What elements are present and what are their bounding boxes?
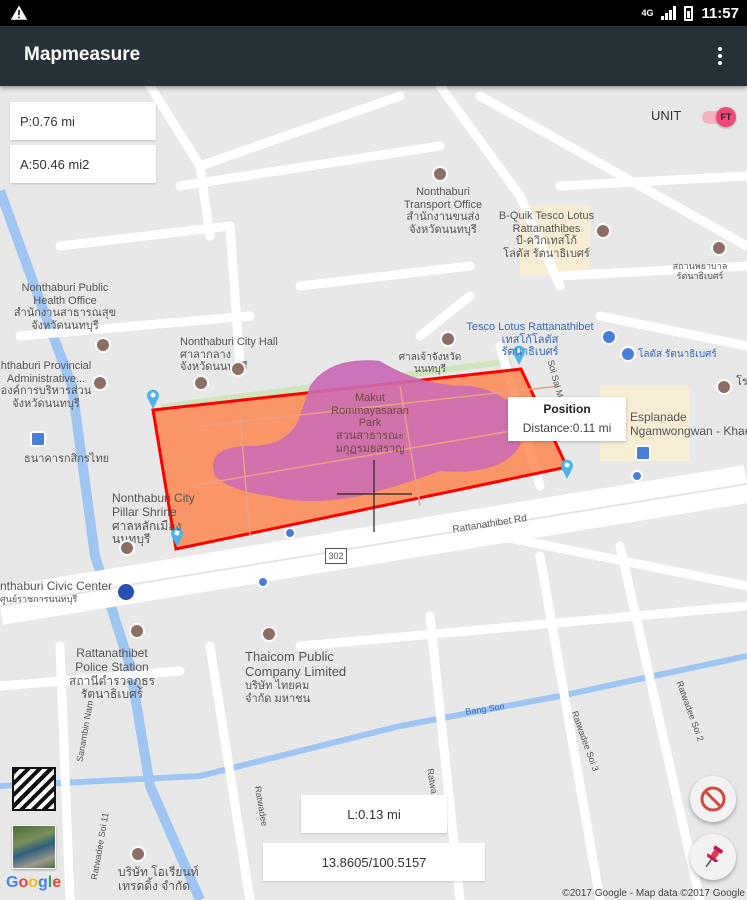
poi-tesco-lotus: Tesco Lotus Rattanathibet เทสโก้โลตัส รัตน… xyxy=(466,321,594,359)
clear-button[interactable] xyxy=(690,776,736,822)
bank-icon xyxy=(30,431,46,447)
poi-lotus-th: โลตัส รัตนาธิเบศร์ xyxy=(638,349,717,360)
network-type: 4G xyxy=(641,8,654,18)
poi-marker xyxy=(432,166,448,182)
poi-bquik: B-Quik Tesco Lotus Rattanathibes บี-ควิกเท… xyxy=(498,210,595,260)
status-bar: 4G 11:57 xyxy=(0,0,747,26)
perimeter-readout: P:0.76 mi xyxy=(10,102,156,140)
poi-public-health: Nonthaburi Public Health Office สำนักงานสา… xyxy=(13,282,117,332)
poi-police: Rattanathibet Police Station สถานีตำรวจภูธ… xyxy=(69,646,155,702)
length-readout: L:0.13 mi xyxy=(301,795,447,833)
signal-icon xyxy=(661,6,677,20)
unit-label: UNIT xyxy=(651,108,682,123)
position-callout: Position Distance:0.11 mi xyxy=(508,397,626,441)
route-shield: 302 xyxy=(325,548,347,564)
area-readout: A:50.46 mi2 xyxy=(10,145,156,183)
poi-marker xyxy=(129,623,145,639)
google-logo: Google xyxy=(6,874,62,891)
fill-pattern-button[interactable] xyxy=(12,767,56,811)
metro-icon xyxy=(116,582,136,602)
overflow-menu-icon[interactable] xyxy=(715,44,725,68)
poi-esplanade: Esplanade Ngamwongwan - Khae xyxy=(630,410,747,438)
poi-civic-center: nthaburi Civic Center ศูนย์ราชการนนทบุรี xyxy=(0,579,113,604)
bus-icon xyxy=(257,576,269,588)
status-time: 11:57 xyxy=(701,4,739,22)
add-pin-button[interactable] xyxy=(690,834,736,880)
poi-marker xyxy=(711,240,727,256)
poi-marker xyxy=(230,361,246,377)
unit-toggle-value: FT xyxy=(716,107,736,127)
battery-icon xyxy=(684,5,694,21)
poi-marker xyxy=(440,331,456,347)
poi-provincial-admin: hthaburi Provincial Administrative... องค์… xyxy=(0,360,92,410)
poi-marker xyxy=(261,626,277,642)
vertex-marker-icon[interactable] xyxy=(559,458,575,480)
shopping-icon xyxy=(635,445,651,461)
poi-bank: ธนาคารกสิกรไทย xyxy=(24,453,110,465)
shopping-icon xyxy=(620,346,636,362)
poi-hospital-th: สถานพยาบาลรัตนาธิเบศร์ xyxy=(672,261,728,282)
map-attribution: ©2017 Google - Map data ©2017 Google xyxy=(562,888,745,899)
poi-marker xyxy=(119,540,135,556)
poi-park: Makut Rommayasaran Park สวนสาธารณะ มกุฏรมยสร… xyxy=(331,392,409,455)
callout-title: Position xyxy=(543,402,591,416)
poi-right-edge: โร xyxy=(736,376,747,388)
callout-distance: Distance:0.11 mi xyxy=(522,421,612,435)
app-bar: Mapmeasure xyxy=(0,26,747,86)
app-title: Mapmeasure xyxy=(24,44,141,65)
coordinates-readout: 13.8605/100.5157 xyxy=(263,843,485,881)
unit-toggle[interactable]: FT xyxy=(700,107,736,127)
poi-marker xyxy=(716,379,732,395)
bus-icon xyxy=(284,527,296,539)
map-view[interactable]: Nonthaburi Transport Office สำนักงานขนส่งจ… xyxy=(0,86,747,900)
satellite-layer-button[interactable] xyxy=(12,825,56,869)
poi-marker xyxy=(95,337,111,353)
poi-bottom-company: บริษัท โอเรียนท์ เทรดดิ้ง จำกัด xyxy=(118,865,199,893)
poi-marker xyxy=(130,846,146,862)
vertex-marker-icon[interactable] xyxy=(145,388,161,410)
poi-marker xyxy=(92,375,108,391)
poi-marker xyxy=(193,375,209,391)
pin-icon xyxy=(705,845,724,868)
warning-icon xyxy=(10,5,28,20)
bus-icon xyxy=(631,470,643,482)
no-entry-icon xyxy=(700,786,726,812)
poi-pillar-shrine: Nonthaburi City Pillar Shrine ศาลหลักเมือง… xyxy=(112,491,195,547)
poi-thaicom: Thaicom Public Company Limited บริษัท ไทยค… xyxy=(245,649,347,705)
